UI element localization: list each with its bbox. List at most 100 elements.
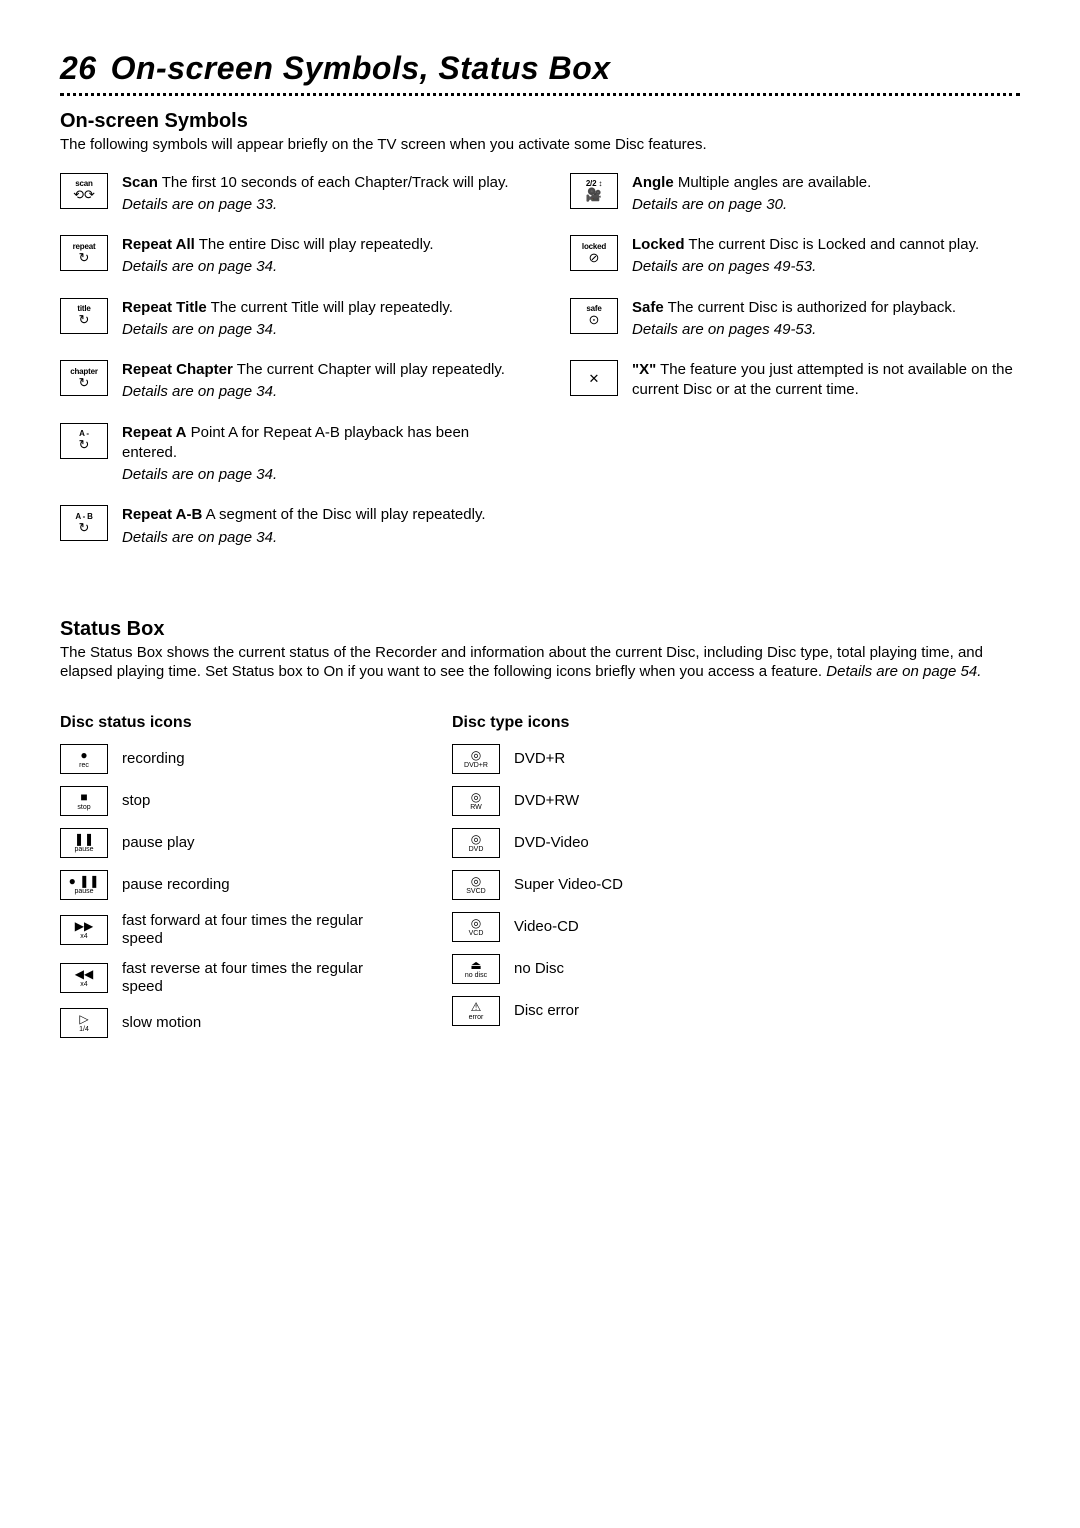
- vcd-icon: ◎ VCD: [452, 912, 500, 942]
- icon-glyph: ● ❚❚: [69, 875, 100, 887]
- symbol-lead: Repeat A-B: [122, 506, 202, 523]
- symbol-text: Safe The current Disc is authorized for …: [632, 298, 956, 341]
- symbol-text: "X" The feature you just attempted is no…: [632, 360, 1020, 401]
- status-text: Super Video-CD: [514, 876, 623, 894]
- icon-glyph: ↻: [79, 313, 90, 326]
- icon-glyph: ■: [80, 791, 87, 803]
- status-text: DVD-Video: [514, 834, 589, 852]
- dvdr-icon: ◎ DVD+R: [452, 744, 500, 774]
- icon-sub: rec: [79, 762, 89, 769]
- status-text: DVD+RW: [514, 792, 579, 810]
- symbol-text: Angle Multiple angles are available. Det…: [632, 173, 871, 216]
- dvdvideo-icon: ◎ DVD: [452, 828, 500, 858]
- icon-sub: RW: [470, 804, 482, 811]
- icon-glyph: 🎥: [586, 188, 602, 201]
- symbol-body: The current Chapter will play repeatedly…: [233, 361, 505, 378]
- fast-reverse-icon: ◀◀ x4: [60, 963, 108, 993]
- symbol-repeat-title: title ↻ Repeat Title The current Title w…: [60, 298, 510, 341]
- repeat-icon: repeat ↻: [60, 235, 108, 271]
- symbols-right-column: 2/2 ↕ 🎥 Angle Multiple angles are availa…: [570, 173, 1020, 568]
- status-stop: ■ stop stop: [60, 786, 372, 816]
- symbol-lead: "X": [632, 361, 656, 378]
- symbol-details: Details are on page 34.: [122, 465, 510, 485]
- symbol-body: The current Disc is Locked and cannot pl…: [685, 236, 980, 253]
- status-ffwd: ▶▶ x4 fast forward at four times the reg…: [60, 912, 372, 948]
- icon-glyph: ●: [80, 749, 87, 761]
- icon-glyph: ▶▶: [75, 920, 93, 932]
- icon-sub: 1/4: [79, 1026, 89, 1033]
- symbol-body: A segment of the Disc will play repeated…: [202, 506, 485, 523]
- symbol-locked: locked ⊘ Locked The current Disc is Lock…: [570, 235, 1020, 278]
- icon-glyph: ↻: [79, 521, 90, 534]
- repeat-a-icon: A - ↻: [60, 423, 108, 459]
- symbol-lead: Repeat All: [122, 236, 195, 253]
- disc-status-heading: Disc status icons: [60, 714, 372, 732]
- type-dvdr: ◎ DVD+R DVD+R: [452, 744, 623, 774]
- icon-sub: VCD: [469, 930, 484, 937]
- symbol-lead: Repeat Chapter: [122, 361, 233, 378]
- pause-rec-icon: ● ❚❚ pause: [60, 870, 108, 900]
- symbol-scan: scan ⟲⟳ Scan The first 10 seconds of eac…: [60, 173, 510, 216]
- symbol-text: Locked The current Disc is Locked and ca…: [632, 235, 979, 278]
- symbol-details: Details are on page 30.: [632, 195, 871, 215]
- safe-icon: safe ⊙: [570, 298, 618, 334]
- icon-sub: error: [469, 1014, 484, 1021]
- icon-glyph: ⟲⟳: [73, 188, 95, 201]
- fast-forward-icon: ▶▶ x4: [60, 915, 108, 945]
- symbol-details: Details are on page 33.: [122, 195, 509, 215]
- icon-glyph: ⏏: [470, 959, 481, 971]
- status-slowmo: ▷ 1/4 slow motion: [60, 1008, 372, 1038]
- symbol-lead: Repeat A: [122, 424, 186, 441]
- status-frev: ◀◀ x4 fast reverse at four times the reg…: [60, 960, 372, 996]
- symbol-details: Details are on page 34.: [122, 257, 434, 277]
- disc-type-column: Disc type icons ◎ DVD+R DVD+R ◎ RW DVD+R…: [452, 700, 623, 1050]
- symbol-angle: 2/2 ↕ 🎥 Angle Multiple angles are availa…: [570, 173, 1020, 216]
- status-box-intro: The Status Box shows the current status …: [60, 643, 1020, 682]
- icon-glyph: ❚❚: [74, 833, 94, 845]
- page-title: On-screen Symbols, Status Box: [111, 50, 611, 87]
- icon-sub: no disc: [465, 972, 487, 979]
- symbol-body: The first 10 seconds of each Chapter/Tra…: [158, 174, 509, 191]
- symbols-columns: scan ⟲⟳ Scan The first 10 seconds of eac…: [60, 173, 1020, 568]
- status-text: pause recording: [122, 876, 230, 894]
- status-text: recording: [122, 750, 185, 768]
- chapter-icon: chapter ↻: [60, 360, 108, 396]
- dotted-rule: [60, 93, 1020, 96]
- status-text: slow motion: [122, 1014, 201, 1032]
- status-text: pause play: [122, 834, 195, 852]
- status-pause-play: ❚❚ pause pause play: [60, 828, 372, 858]
- symbol-x: ✕ "X" The feature you just attempted is …: [570, 360, 1020, 401]
- status-text: fast reverse at four times the regular s…: [122, 960, 372, 996]
- status-columns: Disc status icons ● rec recording ■ stop…: [60, 700, 1020, 1050]
- symbol-body: The feature you just attempted is not av…: [632, 361, 1013, 398]
- icon-glyph: ⊙: [589, 313, 600, 326]
- symbol-body: The entire Disc will play repeatedly.: [195, 236, 434, 253]
- document-page: 26 On-screen Symbols, Status Box On-scre…: [0, 0, 1080, 1110]
- icon-sub: pause: [74, 846, 93, 853]
- onscreen-symbols-intro: The following symbols will appear briefl…: [60, 135, 1020, 155]
- status-box-heading: Status Box: [60, 618, 1020, 641]
- scan-icon: scan ⟲⟳: [60, 173, 108, 209]
- symbol-body: Multiple angles are available.: [674, 174, 872, 191]
- slow-motion-icon: ▷ 1/4: [60, 1008, 108, 1038]
- locked-icon: locked ⊘: [570, 235, 618, 271]
- status-text: Disc error: [514, 1002, 579, 1020]
- symbol-lead: Locked: [632, 236, 685, 253]
- symbol-repeat-a: A - ↻ Repeat A Point A for Repeat A-B pl…: [60, 423, 510, 486]
- icon-glyph: ⊘: [589, 251, 600, 264]
- icon-sub: DVD+R: [464, 762, 488, 769]
- error-icon: ⚠ error: [452, 996, 500, 1026]
- record-icon: ● rec: [60, 744, 108, 774]
- symbol-lead: Scan: [122, 174, 158, 191]
- nodisc-icon: ⏏ no disc: [452, 954, 500, 984]
- icon-glyph: ◎: [471, 833, 481, 845]
- title-icon: title ↻: [60, 298, 108, 334]
- page-number: 26: [60, 50, 97, 87]
- symbol-text: Repeat Chapter The current Chapter will …: [122, 360, 505, 403]
- symbol-repeat-chapter: chapter ↻ Repeat Chapter The current Cha…: [60, 360, 510, 403]
- icon-glyph: ↻: [79, 438, 90, 451]
- symbol-details: Details are on pages 49-53.: [632, 257, 979, 277]
- onscreen-symbols-heading: On-screen Symbols: [60, 110, 1020, 133]
- icon-sub: SVCD: [466, 888, 485, 895]
- x-icon: ✕: [570, 360, 618, 396]
